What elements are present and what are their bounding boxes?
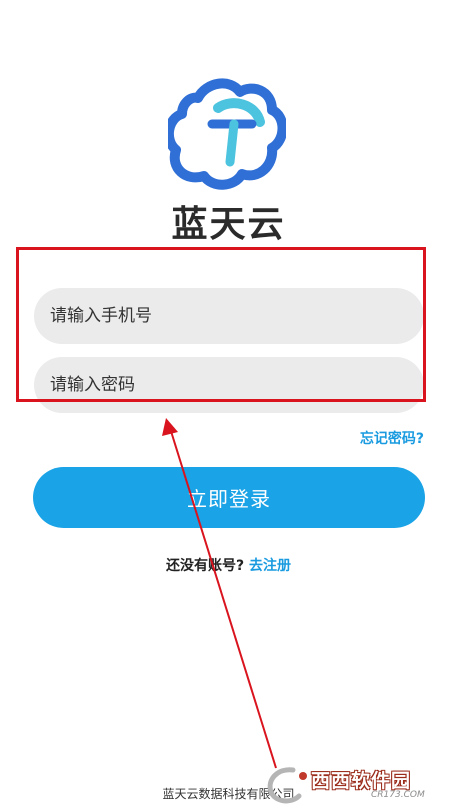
password-input[interactable] bbox=[48, 374, 424, 396]
watermark-sub-text: CR173.COM bbox=[371, 790, 425, 800]
watermark-main-text: 西西软件园 bbox=[311, 770, 412, 792]
forgot-password-link[interactable]: 忘记密码? bbox=[360, 428, 424, 448]
app-name: 蓝天云 bbox=[171, 204, 286, 245]
phone-input[interactable] bbox=[48, 305, 424, 327]
phone-field[interactable] bbox=[34, 288, 424, 344]
register-link[interactable]: 去注册 bbox=[249, 558, 291, 574]
password-field[interactable] bbox=[34, 357, 424, 413]
login-button[interactable]: 立即登录 bbox=[33, 467, 425, 528]
watermark-logo: 西西软件园 CR173.COM bbox=[263, 764, 453, 806]
register-prompt-text: 还没有账号? bbox=[166, 558, 245, 574]
watermark-swirl-icon bbox=[267, 767, 307, 804]
register-prompt-line: 还没有账号? 去注册 bbox=[0, 555, 457, 575]
app-logo-icon bbox=[168, 78, 286, 190]
